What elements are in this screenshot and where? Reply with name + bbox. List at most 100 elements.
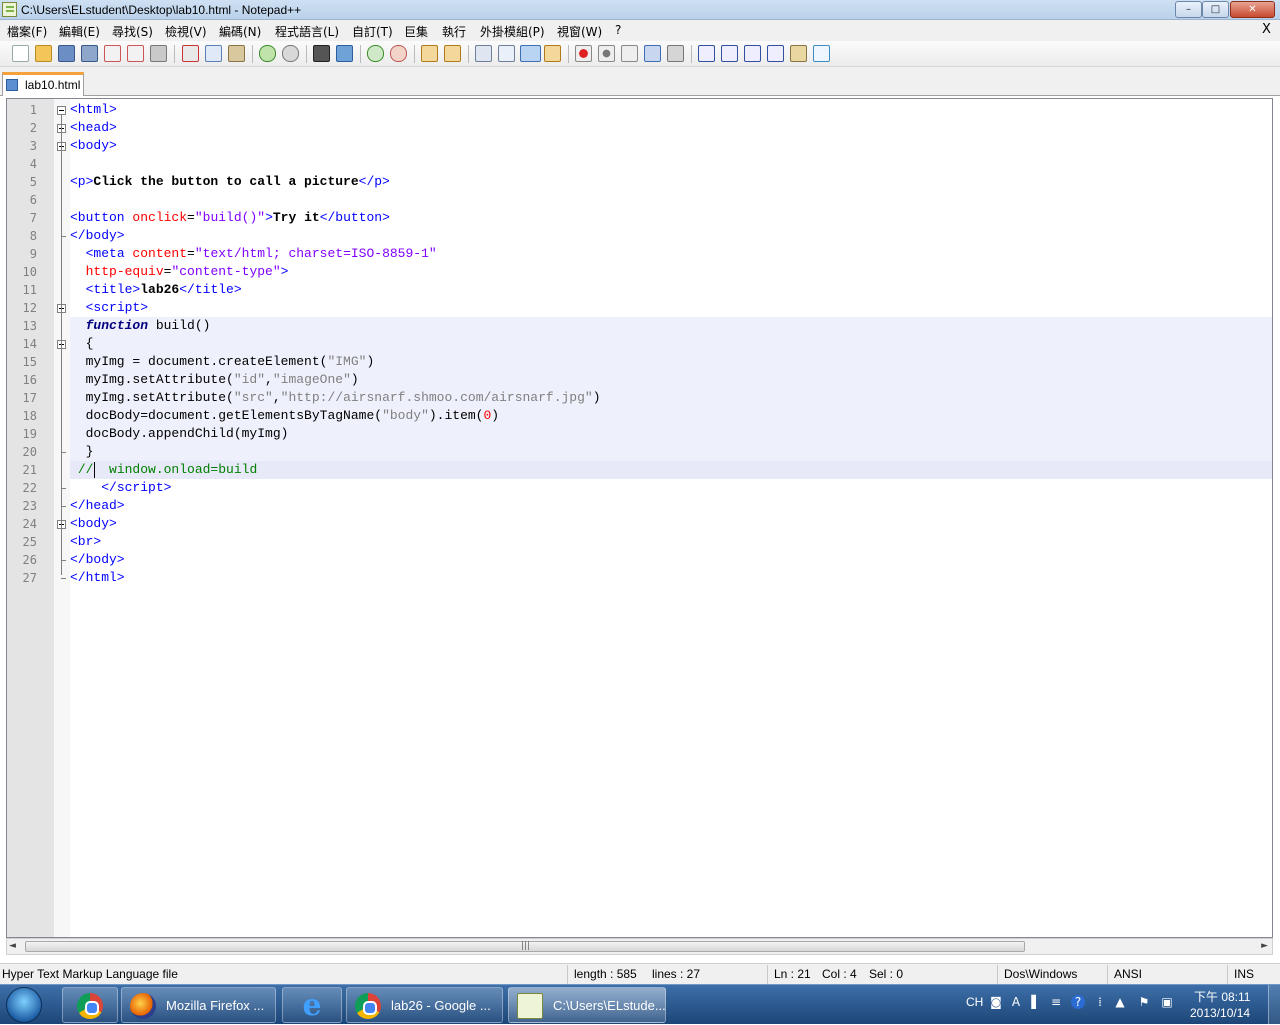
spell-check-icon[interactable] <box>813 45 830 62</box>
code-line[interactable]: 6 <box>7 191 1272 209</box>
tab-lab10-html[interactable]: lab10.html <box>2 72 84 96</box>
open-file-icon[interactable] <box>35 45 52 62</box>
show-all-chars-icon[interactable] <box>498 45 515 62</box>
menu-file[interactable]: 檔案(F) <box>7 23 47 40</box>
close-all-icon[interactable] <box>127 45 144 62</box>
save-all-icon[interactable] <box>81 45 98 62</box>
record-macro-icon[interactable] <box>575 45 592 62</box>
menu-search[interactable]: 尋找(S) <box>112 23 153 40</box>
show-desktop-button[interactable] <box>1268 985 1280 1025</box>
horizontal-scrollbar[interactable]: ◄ ||| ► <box>6 938 1273 955</box>
code-line[interactable]: 16 myImg.setAttribute("id","imageOne") <box>7 371 1272 389</box>
code-line[interactable]: 12 <script> <box>7 299 1272 317</box>
move-up-icon[interactable] <box>721 45 738 62</box>
minimize-button[interactable]: – <box>1175 1 1202 18</box>
input-language-indicator[interactable]: CH <box>966 995 983 1009</box>
code-line[interactable]: 14 { <box>7 335 1272 353</box>
find-icon[interactable] <box>313 45 330 62</box>
menu-window[interactable]: 視窗(W) <box>557 23 602 40</box>
code-line[interactable]: 11 <title>lab26</title> <box>7 281 1272 299</box>
play-macro-icon[interactable] <box>621 45 638 62</box>
move-down-icon[interactable] <box>744 45 761 62</box>
menu-edit[interactable]: 編輯(E) <box>59 23 100 40</box>
code-line[interactable]: 27 </html> <box>7 569 1272 587</box>
menu-help[interactable]: ? <box>615 23 621 37</box>
close-document-button[interactable]: X <box>1262 22 1271 37</box>
clock-date[interactable]: 2013/10/14 <box>1190 1006 1250 1020</box>
code-line[interactable]: 4 <box>7 155 1272 173</box>
code-line[interactable]: 15 myImg = document.createElement("IMG") <box>7 353 1272 371</box>
ime-options-icon[interactable]: ⁞ <box>1093 995 1107 1009</box>
stop-record-icon[interactable] <box>598 45 615 62</box>
redo-icon[interactable] <box>282 45 299 62</box>
code-line[interactable]: 25 <br> <box>7 533 1272 551</box>
fullwidth-icon[interactable]: ▌ <box>1029 995 1043 1009</box>
fold-all-icon[interactable] <box>698 45 715 62</box>
ime-icon[interactable]: ◙ <box>989 995 1003 1009</box>
code-line[interactable]: 20 } <box>7 443 1272 461</box>
code-line[interactable]: 22 </script> <box>7 479 1272 497</box>
network-icon[interactable]: ▣ <box>1160 995 1174 1009</box>
paste-icon[interactable] <box>228 45 245 62</box>
code-line[interactable]: 21 // window.onload=build <box>7 461 1272 479</box>
code-line[interactable]: 19 docBody.appendChild(myImg) <box>7 425 1272 443</box>
taskbar-notepad[interactable]: C:\Users\ELstude... <box>508 987 666 1023</box>
save-macro-icon[interactable] <box>667 45 684 62</box>
code-line[interactable]: 8 </body> <box>7 227 1272 245</box>
save-icon[interactable] <box>58 45 75 62</box>
code-line[interactable]: 2 <head> <box>7 119 1272 137</box>
replace-icon[interactable] <box>336 45 353 62</box>
code-line[interactable]: 18 docBody=document.getElementsByTagName… <box>7 407 1272 425</box>
notepad-plus-plus-icon[interactable] <box>2 2 17 17</box>
cut-icon[interactable] <box>182 45 199 62</box>
menu-settings[interactable]: 自訂(T) <box>352 23 393 40</box>
menu-encoding[interactable]: 編碼(N) <box>219 23 261 40</box>
word-wrap-icon[interactable] <box>475 45 492 62</box>
code-line[interactable]: 1 <html> <box>7 101 1272 119</box>
taskbar-firefox[interactable]: Mozilla Firefox ... <box>121 987 276 1023</box>
new-file-icon[interactable] <box>12 45 29 62</box>
ime-pad-icon[interactable]: ≡ <box>1049 995 1063 1009</box>
print-icon[interactable] <box>150 45 167 62</box>
menu-run[interactable]: 執行 <box>442 23 466 40</box>
font-mode-icon[interactable]: A <box>1009 995 1023 1009</box>
show-hidden-icons-icon[interactable]: ▲ <box>1113 995 1127 1009</box>
code-line[interactable]: 13 function build() <box>7 317 1272 335</box>
zoom-in-icon[interactable] <box>367 45 384 62</box>
code-line[interactable]: 3 <body> <box>7 137 1272 155</box>
taskbar-ie-pinned[interactable]: e <box>282 987 342 1023</box>
menu-plugins[interactable]: 外掛模組(P) <box>480 23 545 40</box>
taskbar-chrome-lab26[interactable]: lab26 - Google ... <box>346 987 503 1023</box>
indent-guide-icon[interactable] <box>520 45 541 62</box>
start-button[interactable] <box>6 987 42 1023</box>
sync-vertical-icon[interactable] <box>421 45 438 62</box>
code-line[interactable]: 24 <body> <box>7 515 1272 533</box>
menu-macro[interactable]: 巨集 <box>404 23 428 40</box>
code-line[interactable]: 26 </body> <box>7 551 1272 569</box>
scroll-left-arrow-icon[interactable]: ◄ <box>9 941 16 951</box>
close-icon[interactable] <box>104 45 121 62</box>
fold-toggle-icon[interactable] <box>57 106 66 115</box>
run-macro-multiple-icon[interactable] <box>644 45 661 62</box>
scroll-right-arrow-icon[interactable]: ► <box>1261 941 1268 951</box>
sync-horizontal-icon[interactable] <box>444 45 461 62</box>
code-line[interactable]: 7 <button onclick="build()">Try it</butto… <box>7 209 1272 227</box>
menu-language[interactable]: 程式語言(L) <box>275 23 339 40</box>
code-editor[interactable]: 1 <html> 2 <head> 3 <body> 4 5 <p>Click the butt… <box>6 98 1273 938</box>
code-line[interactable]: 17 myImg.setAttribute("src","http://airs… <box>7 389 1272 407</box>
code-line[interactable]: 5 <p>Click the button to call a picture</… <box>7 173 1272 191</box>
clock-time[interactable]: 下午 08:11 <box>1194 988 1250 1005</box>
doc-map-icon[interactable] <box>790 45 807 62</box>
unfold-all-icon[interactable] <box>767 45 784 62</box>
help-icon[interactable]: ? <box>1071 995 1085 1009</box>
copy-icon[interactable] <box>205 45 222 62</box>
code-line[interactable]: 23 </head> <box>7 497 1272 515</box>
code-line[interactable]: 10 http-equiv="content-type"> <box>7 263 1272 281</box>
undo-icon[interactable] <box>259 45 276 62</box>
code-line[interactable]: 9 <meta content="text/html; charset=ISO-… <box>7 245 1272 263</box>
zoom-out-icon[interactable] <box>390 45 407 62</box>
scrollbar-thumb[interactable]: ||| <box>25 941 1025 952</box>
close-window-button[interactable]: ✕ <box>1230 1 1275 18</box>
maximize-button[interactable]: □ <box>1202 1 1229 18</box>
user-lang-icon[interactable] <box>544 45 561 62</box>
